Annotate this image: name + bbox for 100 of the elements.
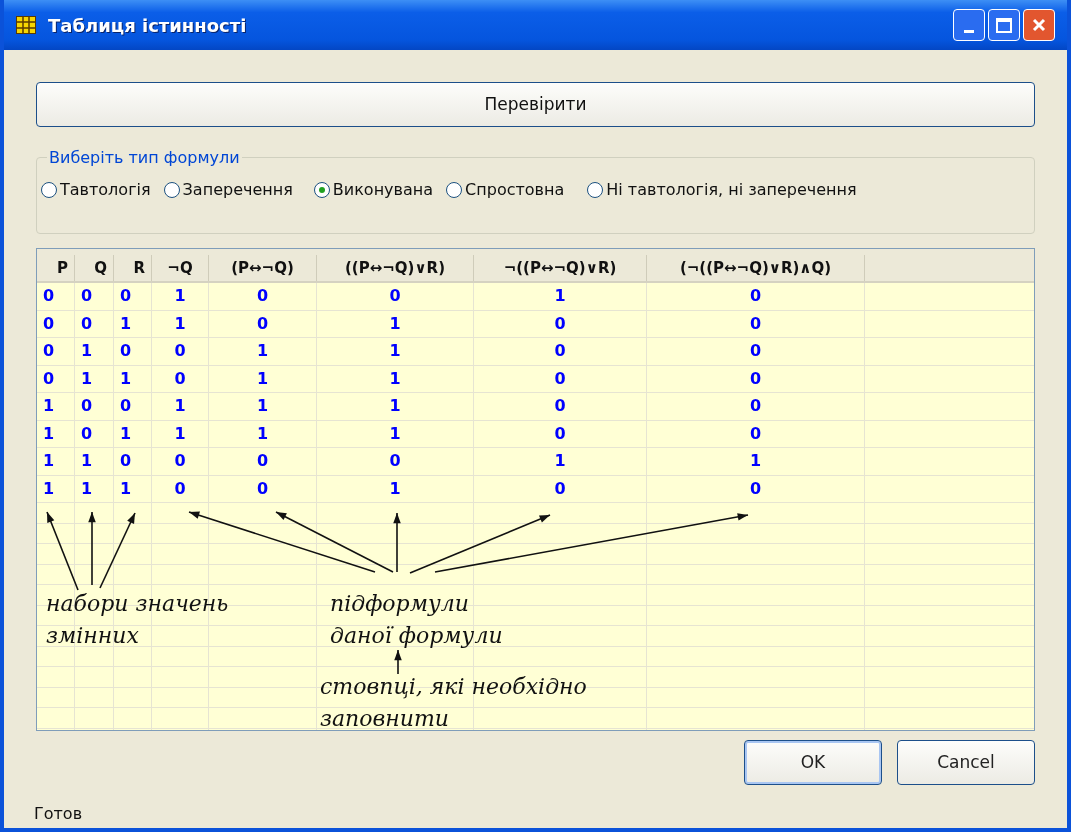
table-cell-text: 1: [81, 477, 93, 500]
table-cell-text: 1: [256, 422, 269, 445]
radio-button[interactable]: [163, 182, 180, 198]
table-cell-text: 0: [120, 450, 132, 473]
table-cell-text: 1: [389, 395, 401, 418]
table-cell-text: 0: [256, 312, 269, 335]
annotation-text: змінних: [46, 622, 140, 650]
column-header[interactable]: ¬Q: [152, 255, 209, 281]
column-header[interactable]: R: [114, 255, 152, 281]
close-icon: [1031, 17, 1047, 33]
table-cell-text: 0: [749, 395, 762, 418]
column-header[interactable]: (P↔¬Q): [209, 255, 317, 281]
radio-option[interactable]: Заперечення: [163, 178, 293, 202]
table-cell-text: 1: [256, 367, 269, 390]
table-cell-text: 0: [174, 367, 186, 390]
table-cell-text: 1: [81, 340, 93, 363]
table-cell-text: 0: [749, 422, 762, 445]
table-cell-text: 1: [256, 395, 269, 418]
annotation-text: набори значень: [46, 590, 229, 618]
column-header[interactable]: Q: [75, 255, 114, 281]
table-cell-text: 1: [554, 285, 566, 308]
table-cell-text: 1: [389, 477, 401, 500]
table-cell-text: 0: [81, 285, 93, 308]
table-cell-text: 0: [81, 312, 93, 335]
minimize-icon: [964, 30, 974, 33]
table-cell-text: 0: [554, 395, 566, 418]
radio-option[interactable]: Спростовна: [446, 178, 565, 202]
table-cell-text: 1: [43, 395, 55, 418]
table-cell-text: 1: [389, 312, 401, 335]
status-text: Готов: [34, 802, 83, 825]
table-icon: [16, 16, 36, 34]
column-header[interactable]: (¬((P↔¬Q)∨R)∧Q): [647, 255, 865, 281]
table-cell-text: 1: [81, 450, 93, 473]
radio-button[interactable]: [41, 182, 57, 198]
table-cell-text: 0: [174, 450, 186, 473]
table-cell-text: 0: [749, 477, 762, 500]
radio-button[interactable]: [313, 182, 330, 198]
radio-option[interactable]: Тавтологія: [41, 178, 151, 202]
table-cell-text: 1: [43, 477, 55, 500]
table-cell-text: 1: [120, 477, 132, 500]
radio-button[interactable]: [587, 182, 604, 198]
table-cell-text: 1: [174, 285, 186, 308]
table-cell-text: 0: [43, 285, 55, 308]
table-cell-text: 0: [120, 340, 132, 363]
table-cell-text: 0: [120, 395, 132, 418]
table-cell-text: 0: [174, 340, 186, 363]
dialog-button[interactable]: Cancel: [897, 740, 1035, 785]
table-cell-text: 1: [174, 395, 186, 418]
table-cell-text: 0: [554, 367, 566, 390]
table-cell-text: 1: [174, 312, 186, 335]
table-cell-text: 1: [389, 367, 401, 390]
table-cell-text: 0: [256, 285, 269, 308]
table-cell-text: 1: [554, 450, 566, 473]
table-cell-text: 0: [120, 285, 132, 308]
table-cell-text: 0: [389, 450, 401, 473]
maximize-icon: [996, 17, 1012, 33]
table-cell-text: 1: [389, 340, 401, 363]
column-header[interactable]: P: [37, 255, 75, 281]
table-cell-text: 0: [749, 312, 762, 335]
table-cell-text: 1: [120, 422, 132, 445]
close-button[interactable]: [1023, 9, 1055, 41]
table-cell-text: 1: [389, 422, 401, 445]
annotation-text: даної формули: [330, 622, 503, 650]
dialog-button[interactable]: OK: [744, 740, 882, 785]
window-title: Таблиця істинності: [48, 13, 247, 38]
table-cell-text: 1: [256, 340, 269, 363]
column-header[interactable]: ((P↔¬Q)∨R): [317, 255, 474, 281]
table-cell-text: 0: [81, 395, 93, 418]
table-cell-text: 0: [256, 477, 269, 500]
minimize-button[interactable]: [953, 9, 985, 41]
table-cell-text: 1: [120, 367, 132, 390]
table-cell-text: 1: [43, 450, 55, 473]
column-header[interactable]: ¬((P↔¬Q)∨R): [474, 255, 647, 281]
annotation-text: заповнити: [320, 705, 451, 733]
table-cell-text: 0: [43, 312, 55, 335]
table-cell-text: 1: [174, 422, 186, 445]
table-cell-text: 1: [81, 367, 93, 390]
table-cell-text: 0: [554, 340, 566, 363]
table-cell-text: 0: [389, 285, 401, 308]
radio-option[interactable]: Виконувана: [313, 178, 434, 202]
radio-button[interactable]: [446, 182, 463, 198]
table-cell-text: 1: [749, 450, 762, 473]
table-cell-text: 0: [749, 285, 762, 308]
table-cell-text: 0: [749, 340, 762, 363]
table-cell-text: 0: [256, 450, 269, 473]
radio-option[interactable]: Ні тавтологія, ні заперечення: [587, 178, 857, 202]
check-button[interactable]: Перевірити: [36, 82, 1035, 127]
table-cell-text: 0: [81, 422, 93, 445]
table-cell-text: 0: [43, 340, 55, 363]
table-cell-text: 0: [554, 312, 566, 335]
table-cell-text: 0: [554, 477, 566, 500]
annotation-text: підформули: [330, 590, 470, 618]
table-cell-text: 1: [120, 312, 132, 335]
annotation-text: стовпці, які необхідно: [320, 673, 587, 701]
table-cell-text: 0: [749, 367, 762, 390]
table-cell-text: 0: [43, 367, 55, 390]
annotation-arrow: [394, 649, 402, 675]
table-cell-text: 0: [174, 477, 186, 500]
table-cell-text: 0: [554, 422, 566, 445]
maximize-button[interactable]: [988, 9, 1020, 41]
